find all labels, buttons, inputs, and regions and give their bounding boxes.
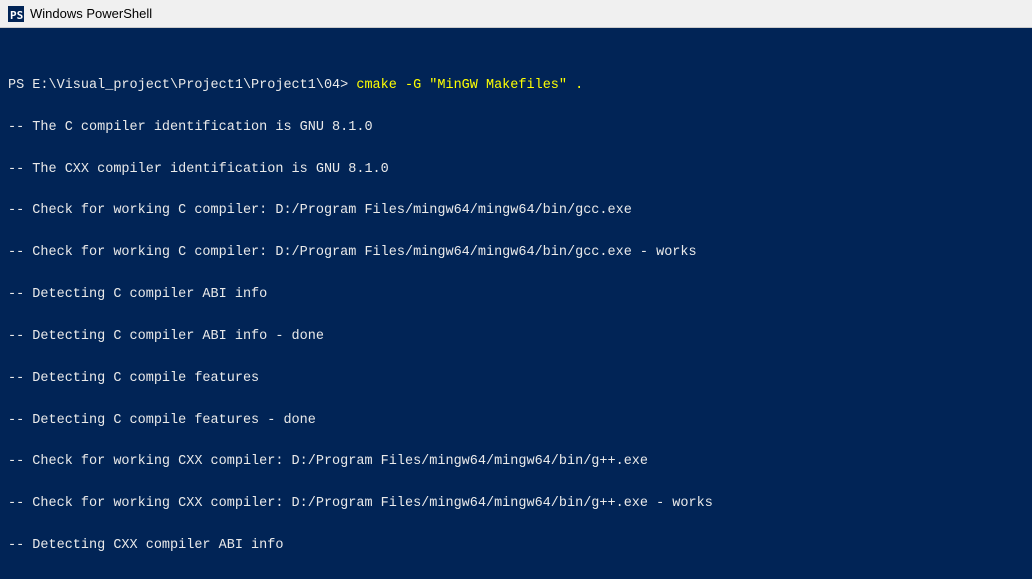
terminal-line: -- Detecting C compiler ABI info <box>8 285 1024 306</box>
terminal-line: PS E:\Visual_project\Project1\Project1\0… <box>8 76 1024 97</box>
powershell-icon: PS <box>8 6 24 22</box>
terminal-line: -- Check for working CXX compiler: D:/Pr… <box>8 494 1024 515</box>
terminal-line: -- Detecting C compile features <box>8 369 1024 390</box>
titlebar: PS Windows PowerShell <box>0 0 1032 28</box>
terminal-line: -- Check for working C compiler: D:/Prog… <box>8 243 1024 264</box>
terminal-output[interactable]: PS E:\Visual_project\Project1\Project1\0… <box>0 28 1032 579</box>
terminal-line: -- Detecting C compile features - done <box>8 411 1024 432</box>
window: PS Windows PowerShell PS E:\Visual_proje… <box>0 0 1032 579</box>
terminal-line: -- Check for working C compiler: D:/Prog… <box>8 201 1024 222</box>
terminal-line: -- The CXX compiler identification is GN… <box>8 160 1024 181</box>
svg-text:PS: PS <box>10 9 23 22</box>
window-title: Windows PowerShell <box>30 6 152 21</box>
terminal-line: -- Detecting C compiler ABI info - done <box>8 327 1024 348</box>
terminal-line: -- Check for working CXX compiler: D:/Pr… <box>8 452 1024 473</box>
terminal-line: -- The C compiler identification is GNU … <box>8 118 1024 139</box>
terminal-line: -- Detecting CXX compiler ABI info <box>8 536 1024 557</box>
